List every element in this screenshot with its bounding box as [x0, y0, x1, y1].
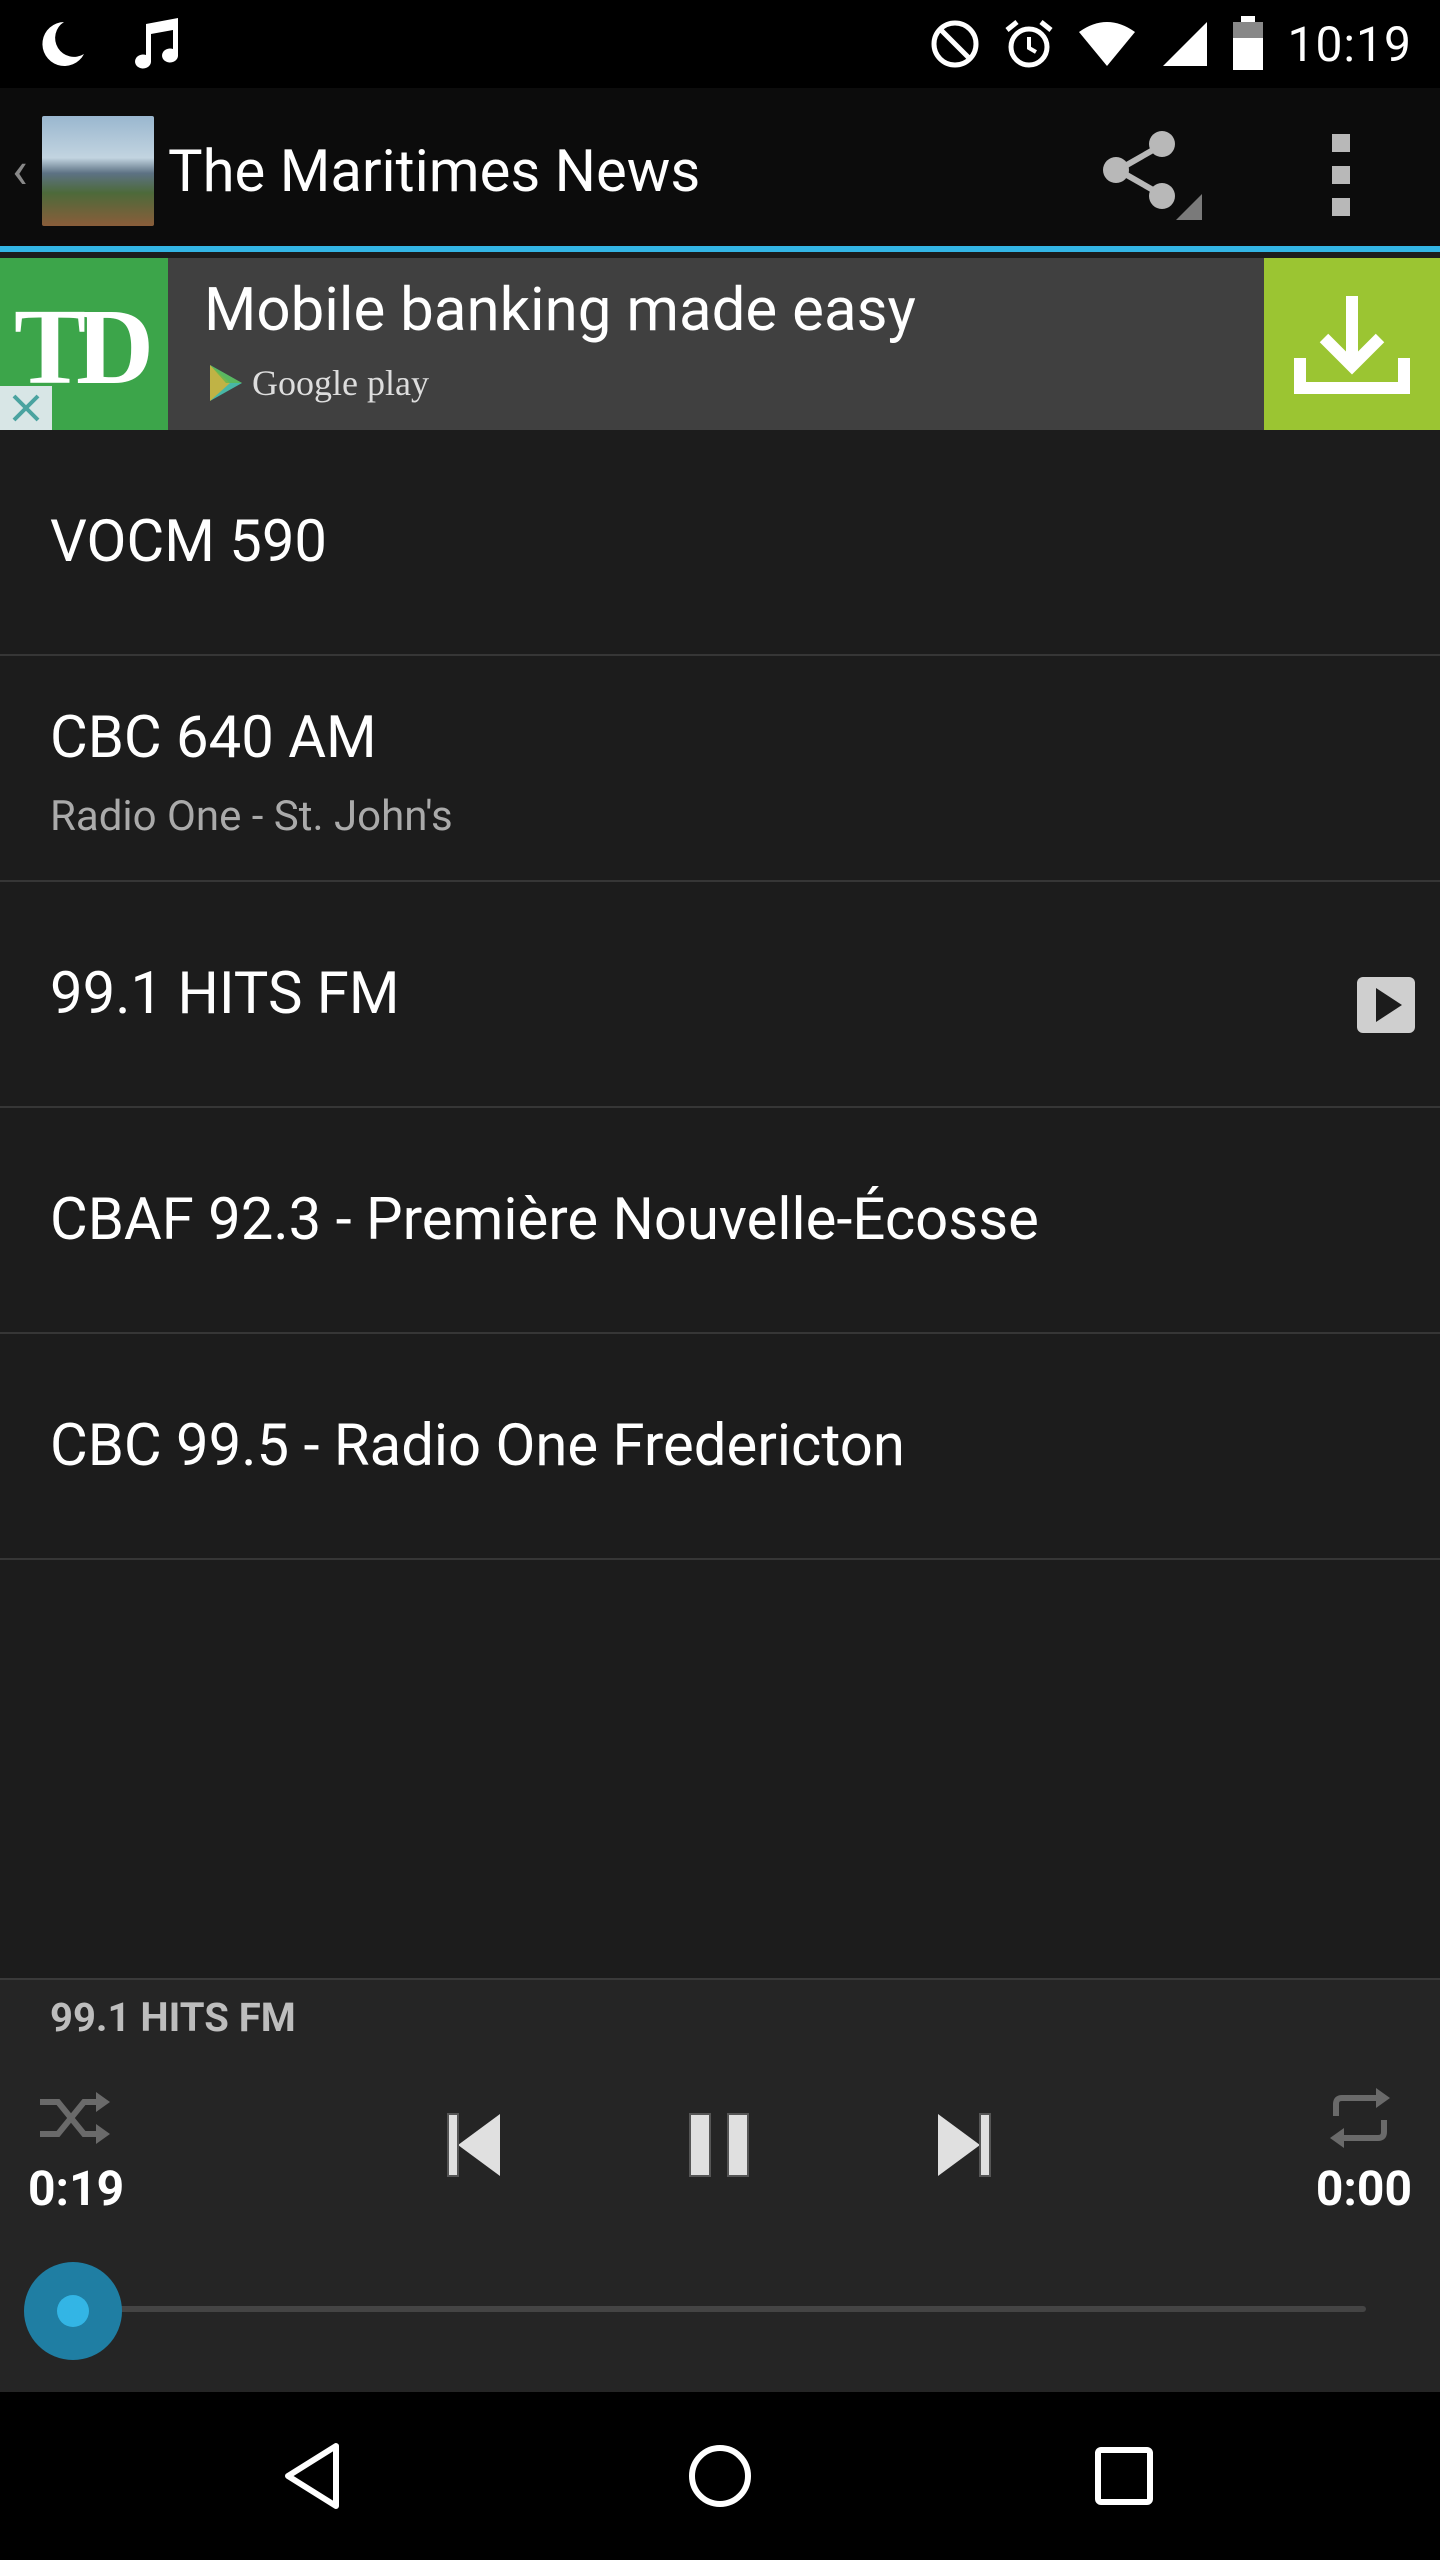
nav-recents-button[interactable]: [1084, 2436, 1164, 2516]
shuffle-button[interactable]: [38, 2088, 114, 2152]
ad-download-button[interactable]: [1264, 258, 1440, 430]
station-title: CBC 99.5 - Radio One Fredericton: [50, 1412, 905, 1480]
elapsed-time: 0:19: [28, 2160, 125, 2217]
station-title: CBC 640 AM: [50, 704, 377, 772]
player-panel: 99.1 HITS FM 0:19 0:00: [0, 1978, 1440, 2392]
skip-previous-icon: [447, 2113, 500, 2177]
pause-button[interactable]: [686, 2110, 752, 2184]
page-title: The Maritimes News: [168, 138, 701, 206]
back-chevron-icon[interactable]: ‹: [12, 140, 28, 201]
ad-headline[interactable]: Mobile banking made easy: [204, 274, 916, 345]
recents-square-icon: [1095, 2447, 1153, 2505]
station-title: CBAF 92.3 - Première Nouvelle-Écosse: [50, 1186, 1039, 1254]
action-bar-accent-line: [0, 246, 1440, 252]
station-title: 99.1 HITS FM: [50, 960, 400, 1028]
next-button[interactable]: [934, 2110, 994, 2184]
ad-banner[interactable]: TD Mobile banking made easy Google play: [0, 258, 1440, 430]
home-circle-icon: [689, 2445, 751, 2507]
moon-icon: [34, 16, 90, 72]
skip-next-icon: [938, 2113, 991, 2177]
ad-close-button[interactable]: [0, 386, 52, 430]
station-title: VOCM 590: [50, 508, 328, 576]
app-thumbnail[interactable]: [42, 116, 154, 226]
seek-bar-track[interactable]: [72, 2306, 1366, 2312]
wifi-icon: [1077, 18, 1137, 70]
status-bar: 10:19: [0, 0, 1440, 88]
station-list: VOCM 590 CBC 640 AM Radio One - St. John…: [0, 430, 1440, 1560]
close-icon: [12, 394, 40, 422]
action-bar: ‹ The Maritimes News: [0, 88, 1440, 252]
system-nav-bar: [0, 2392, 1440, 2560]
cellular-signal-icon: [1159, 18, 1209, 70]
station-row[interactable]: VOCM 590: [0, 430, 1440, 656]
station-row[interactable]: CBAF 92.3 - Première Nouvelle-Écosse: [0, 1108, 1440, 1334]
station-row[interactable]: CBC 99.5 - Radio One Fredericton: [0, 1334, 1440, 1560]
alarm-icon: [1003, 18, 1055, 70]
repeat-icon: [1330, 2088, 1390, 2148]
now-playing-label: 99.1 HITS FM: [50, 1994, 296, 2041]
repeat-button[interactable]: [1324, 2086, 1396, 2154]
previous-button[interactable]: [444, 2110, 504, 2184]
share-icon[interactable]: [1098, 130, 1202, 222]
station-row[interactable]: CBC 640 AM Radio One - St. John's: [0, 656, 1440, 882]
duration-time: 0:00: [1315, 2160, 1412, 2217]
battery-icon: [1231, 16, 1265, 72]
pause-icon: [689, 2113, 749, 2177]
do-not-disturb-icon: [929, 18, 981, 70]
google-play-icon: [210, 365, 242, 401]
station-row[interactable]: 99.1 HITS FM: [0, 882, 1440, 1108]
station-subtitle: Radio One - St. John's: [50, 792, 453, 841]
nav-back-button[interactable]: [276, 2436, 356, 2516]
app-root: 10:19 ‹ The Maritimes News TD Mobile ban…: [0, 0, 1440, 2560]
music-note-icon: [128, 16, 184, 72]
shuffle-icon: [40, 2092, 110, 2144]
nav-home-button[interactable]: [680, 2436, 760, 2516]
status-time: 10:19: [1287, 15, 1412, 73]
back-triangle-icon: [285, 2443, 339, 2509]
google-play-badge[interactable]: Google play: [208, 362, 429, 404]
seek-bar-thumb-center: [57, 2295, 89, 2327]
now-playing-icon[interactable]: [1356, 976, 1416, 1034]
download-icon: [1294, 296, 1410, 394]
ad-store-label: Google play: [252, 363, 429, 403]
overflow-menu-icon[interactable]: [1322, 130, 1362, 220]
